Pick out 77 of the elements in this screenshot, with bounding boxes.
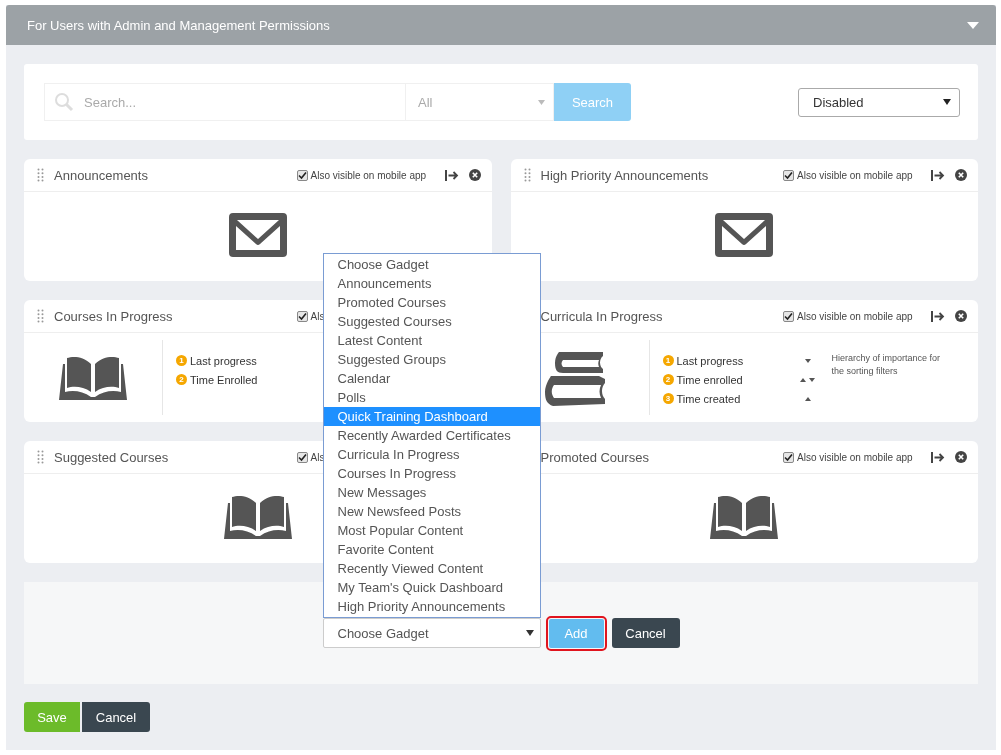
- mobile-checkbox[interactable]: [783, 310, 794, 322]
- close-icon[interactable]: [955, 169, 967, 181]
- open-book-icon: [59, 355, 127, 400]
- sort-label: Time created: [676, 392, 742, 405]
- gadget-option[interactable]: Recently Viewed Content: [323, 559, 540, 578]
- cancel-button[interactable]: Cancel: [82, 702, 150, 732]
- gadget-option[interactable]: New Messages: [323, 483, 540, 502]
- drag-handle-icon[interactable]: [523, 168, 531, 182]
- envelope-icon: [715, 212, 774, 257]
- gadget-option[interactable]: Recently Awarded Certificates: [323, 426, 540, 445]
- sort-label: Last progress: [190, 354, 258, 367]
- drag-handle-icon[interactable]: [37, 450, 44, 464]
- gadget-option[interactable]: High Priority Announcements: [323, 597, 540, 616]
- envelope-icon: [228, 212, 287, 257]
- move-icon[interactable]: [931, 310, 945, 322]
- drag-handle-icon[interactable]: [37, 309, 44, 323]
- mobile-label: Also visible on mobile app: [797, 310, 913, 322]
- gadget-option[interactable]: Courses In Progress: [323, 464, 540, 483]
- gadget-title: Announcements: [54, 167, 149, 183]
- gadget-title: Courses In Progress: [54, 308, 174, 324]
- gadget-option[interactable]: Latest Content: [323, 331, 540, 350]
- number-badge: 2: [176, 374, 187, 385]
- mobile-label: Also visible on mobile app: [310, 169, 427, 181]
- gadget-option[interactable]: Favorite Content: [323, 540, 540, 559]
- number-badge: 1: [176, 355, 187, 366]
- number-badge: 1: [662, 355, 674, 366]
- close-icon[interactable]: [955, 310, 967, 322]
- gadget-title: Promoted Courses: [540, 449, 650, 465]
- gadget-title: Suggested Courses: [54, 449, 170, 465]
- move-icon[interactable]: [931, 451, 945, 463]
- open-book-icon: [710, 494, 779, 539]
- gadget-title: High Priority Announcements: [540, 167, 710, 183]
- close-icon[interactable]: [468, 169, 481, 181]
- sort-down-icon[interactable]: [809, 377, 815, 382]
- caret-icon: [967, 21, 979, 29]
- mobile-checkbox[interactable]: [296, 310, 308, 322]
- sort-down-icon[interactable]: [804, 358, 811, 363]
- mobile-label: Also visible on mobile app: [797, 451, 913, 463]
- mobile-checkbox[interactable]: [783, 451, 794, 463]
- sort-label: Time Enrolled: [190, 373, 259, 386]
- open-book-icon: [223, 494, 292, 539]
- cancel-button[interactable]: Cancel: [611, 618, 680, 648]
- sort-label: Time enrolled: [676, 373, 744, 386]
- caret-icon: [525, 630, 534, 636]
- mobile-checkbox[interactable]: [296, 451, 308, 463]
- gadget-option[interactable]: Suggested Courses: [323, 312, 540, 331]
- sort-up-icon[interactable]: [804, 396, 811, 401]
- gadget-option[interactable]: Promoted Courses: [323, 293, 540, 312]
- gadget-option[interactable]: New Newsfeed Posts: [323, 502, 540, 521]
- gadget-option[interactable]: Suggested Groups: [323, 350, 540, 369]
- hint-text: Hierarchy of importance for the sorting filters: [830, 352, 942, 378]
- number-badge: 3: [662, 393, 674, 404]
- move-icon[interactable]: [444, 169, 459, 181]
- section-title: For Users with Admin and Management Permissions: [27, 17, 331, 33]
- sort-up-icon[interactable]: [800, 377, 806, 382]
- drag-handle-icon[interactable]: [37, 168, 44, 182]
- gadget-dropdown[interactable]: Choose Gadget: [322, 618, 541, 648]
- close-icon[interactable]: [955, 451, 967, 463]
- status-dropdown[interactable]: Disabled: [798, 87, 960, 117]
- gadget-option[interactable]: Announcements: [323, 274, 540, 293]
- search-field[interactable]: Search...: [44, 83, 406, 121]
- caret-icon: [538, 99, 545, 105]
- gadget-option[interactable]: Polls: [323, 388, 540, 407]
- mobile-checkbox[interactable]: [296, 169, 308, 181]
- caret-icon: [943, 99, 951, 105]
- number-badge: 2: [662, 374, 674, 385]
- gadget-option[interactable]: Curricula In Progress: [323, 445, 540, 464]
- move-icon[interactable]: [931, 169, 945, 181]
- search-icon: [54, 92, 74, 112]
- mobile-checkbox[interactable]: [783, 169, 794, 181]
- gadget-option[interactable]: Calendar: [323, 369, 540, 388]
- sort-label: Last progress: [676, 354, 745, 367]
- gadget-option[interactable]: Choose Gadget: [323, 255, 540, 274]
- gadget-title: Curricula In Progress: [540, 308, 664, 324]
- mobile-label: Also visible on mobile app: [797, 169, 913, 181]
- gadget-option[interactable]: My Team's Quick Dashboard: [323, 578, 540, 597]
- gadget-option[interactable]: Most Popular Content: [323, 521, 540, 540]
